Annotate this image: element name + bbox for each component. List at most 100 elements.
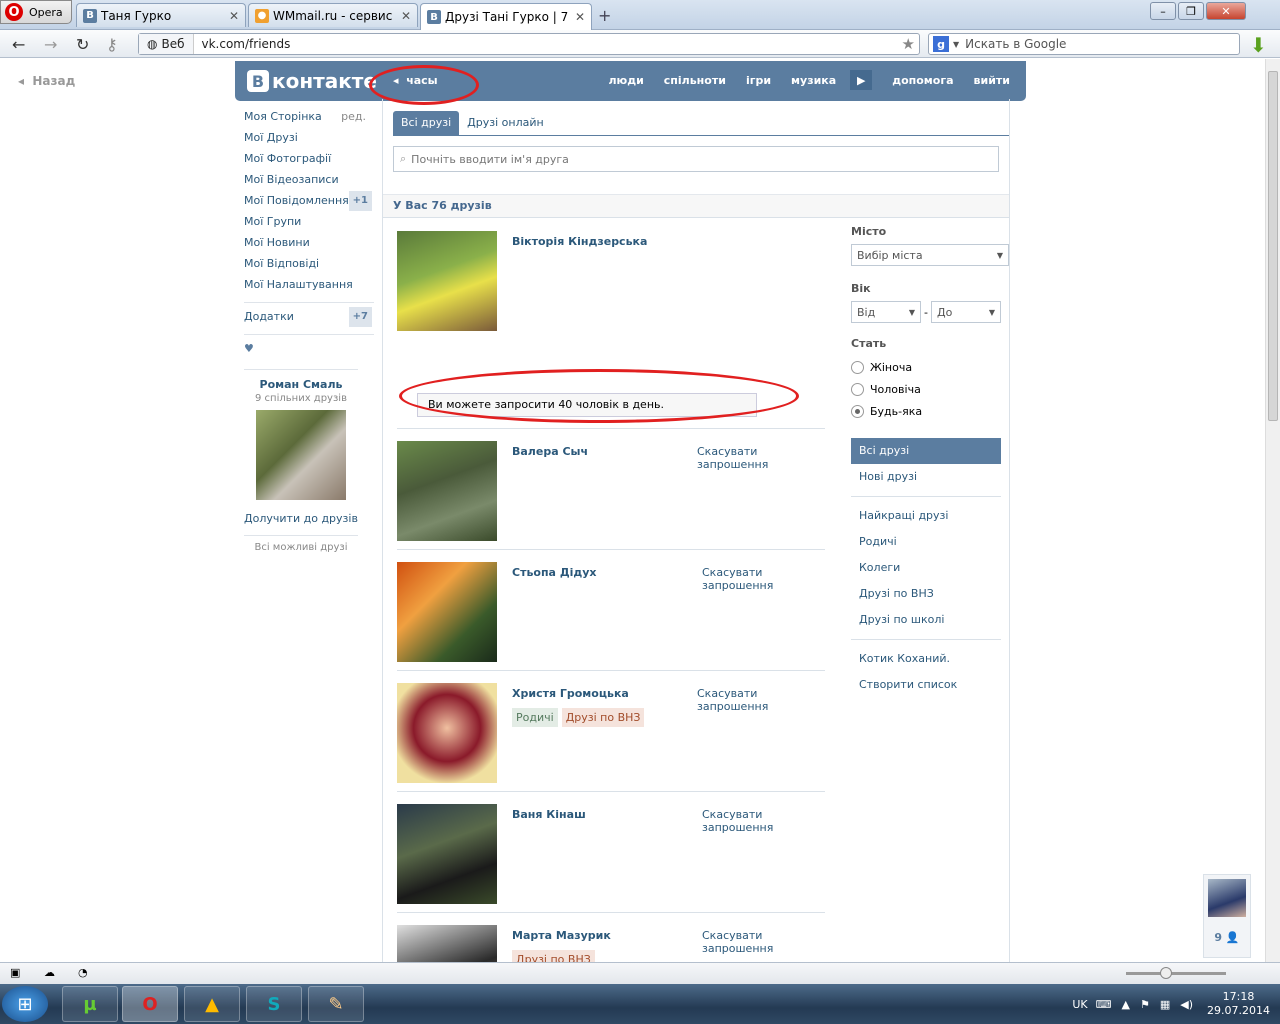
sidebar-item-news[interactable]: Мої Новини	[244, 235, 374, 256]
url-field[interactable]: ◍ Веб vk.com/friends ★	[138, 33, 920, 55]
download-icon[interactable]: ⬇	[1250, 33, 1272, 57]
new-tab-icon[interactable]: +	[598, 6, 611, 25]
list-university[interactable]: Друзі по ВНЗ	[851, 581, 1001, 607]
heart-icon[interactable]: ♥	[244, 341, 374, 362]
list-all-friends[interactable]: Всі друзі	[851, 438, 1001, 464]
reload-icon[interactable]: ↻	[76, 35, 89, 54]
flag-icon[interactable]: ⚑	[1140, 998, 1150, 1011]
vertical-scrollbar[interactable]	[1265, 59, 1280, 962]
close-tab-icon[interactable]: ✕	[401, 9, 411, 23]
age-from-select[interactable]: Від ▼	[851, 301, 921, 323]
sidebar-item-friends[interactable]: Мої Друзі	[244, 130, 374, 151]
close-window-icon[interactable]: ✕	[1206, 2, 1246, 20]
play-arrow-icon[interactable]: ▶	[850, 70, 873, 90]
friend-search-input[interactable]: ⌕ Почніть вводити ім'я друга	[393, 146, 999, 172]
keyboard-icon[interactable]: ⌨	[1096, 998, 1112, 1011]
friend-photo[interactable]	[397, 925, 497, 962]
gender-female-radio[interactable]: Жіноча	[851, 356, 1009, 378]
utorrent-icon[interactable]: µ	[62, 986, 118, 1022]
search-engine-dropdown-icon[interactable]: ▼	[953, 40, 959, 49]
cloud-icon[interactable]: ☁	[44, 966, 55, 979]
vk-logo[interactable]: Вконтакте	[247, 69, 377, 93]
browser-tab-3-active[interactable]: В Друзі Тані Гурко | 76 д... ✕	[420, 3, 592, 30]
edit-link[interactable]: ред.	[341, 109, 366, 125]
friend-photo[interactable]	[397, 683, 497, 783]
age-to-select[interactable]: До ▼	[930, 301, 1001, 323]
nav-logout[interactable]: вийти	[974, 74, 1010, 90]
aimp-icon[interactable]: ▲	[184, 986, 240, 1022]
language-indicator[interactable]: UK	[1072, 998, 1087, 1011]
tag-relatives[interactable]: Родичі	[512, 708, 558, 727]
tag-university[interactable]: Друзі по ВНЗ	[512, 950, 595, 962]
cancel-invite-link[interactable]: Скасувати запрошення	[697, 445, 827, 471]
create-list-link[interactable]: Створити список	[851, 672, 1001, 698]
sidebar-item-messages[interactable]: Мої Повідомлення +1	[244, 191, 374, 214]
browser-tab-1[interactable]: В Таня Гурко ✕	[76, 3, 246, 27]
cancel-invite-link[interactable]: Скасувати запрошення	[702, 566, 782, 592]
back-arrow-icon[interactable]: ←	[12, 35, 25, 54]
chat-avatar[interactable]	[1208, 879, 1246, 917]
list-new-friends[interactable]: Нові друзі	[851, 464, 1001, 490]
nav-communities[interactable]: спільноти	[664, 74, 726, 90]
friend-name[interactable]: Вікторія Кіндзерська	[512, 235, 647, 248]
gender-any-radio[interactable]: Будь-яка	[851, 400, 1009, 422]
friend-name[interactable]: Валера Сыч	[512, 445, 588, 458]
zoom-slider[interactable]	[1126, 972, 1226, 975]
opera-menu-button[interactable]: O Opera	[0, 0, 72, 24]
list-relatives[interactable]: Родичі	[851, 529, 1001, 555]
skype-icon[interactable]: S	[246, 986, 302, 1022]
list-colleagues[interactable]: Колеги	[851, 555, 1001, 581]
list-school[interactable]: Друзі по школі	[851, 607, 1001, 633]
friend-name[interactable]: Христя Громоцька	[512, 687, 629, 700]
chat-widget[interactable]: 9 👤	[1203, 874, 1251, 958]
city-select[interactable]: Вибір міста ▼	[851, 244, 1009, 266]
clock[interactable]: 17:18 29.07.2014	[1207, 990, 1270, 1018]
back-link[interactable]: ◂ Назад	[18, 74, 75, 88]
google-search-field[interactable]: g ▼ Искать в Google	[928, 33, 1240, 55]
suggested-avatar[interactable]	[256, 410, 346, 500]
browser-tab-2[interactable]: ● WMmail.ru - сервис п... ✕	[248, 3, 418, 27]
friend-photo[interactable]	[397, 804, 497, 904]
network-icon[interactable]: ▦	[1160, 998, 1170, 1011]
add-friend-link[interactable]: Долучити до друзів	[244, 512, 358, 525]
friend-photo[interactable]	[397, 231, 497, 331]
sidebar-item-answers[interactable]: Мої Відповіді	[244, 256, 374, 277]
cancel-invite-link[interactable]: Скасувати запрошення	[702, 808, 782, 834]
friend-photo[interactable]	[397, 562, 497, 662]
list-custom[interactable]: Котик Коханий.	[851, 646, 1001, 672]
nav-games[interactable]: ігри	[746, 74, 771, 90]
suggested-name[interactable]: Роман Смаль	[244, 378, 358, 391]
friend-photo[interactable]	[397, 441, 497, 541]
speed-icon[interactable]: ◔	[78, 966, 88, 979]
tab-online-friends[interactable]: Друзі онлайн	[459, 111, 552, 135]
sidebar-item-videos[interactable]: Мої Відеозаписи	[244, 172, 374, 193]
scrollbar-thumb[interactable]	[1268, 71, 1278, 421]
show-hidden-icons[interactable]: ▲	[1122, 998, 1130, 1011]
gender-male-radio[interactable]: Чоловіча	[851, 378, 1009, 400]
sidebar-item-settings[interactable]: Мої Налаштування	[244, 277, 374, 298]
start-button-icon[interactable]: ⊞	[2, 986, 48, 1022]
list-best-friends[interactable]: Найкращі друзі	[851, 503, 1001, 529]
bookmark-star-icon[interactable]: ★	[902, 35, 915, 53]
sidebar-item-my-page[interactable]: Моя Сторінка ред.	[244, 109, 374, 130]
all-possible-friends-link[interactable]: Всі можливі друзі	[244, 542, 358, 553]
nav-people[interactable]: люди	[608, 74, 643, 90]
sidebar-item-apps[interactable]: Додатки +7	[244, 307, 374, 330]
volume-icon[interactable]: ◀)	[1180, 998, 1193, 1011]
paint-icon[interactable]: ✎	[308, 986, 364, 1022]
tab-all-friends[interactable]: Всі друзі	[393, 111, 460, 135]
friend-name[interactable]: Марта Мазурик	[512, 929, 611, 942]
key-icon[interactable]: ⚷	[106, 35, 118, 54]
tag-university[interactable]: Друзі по ВНЗ	[561, 708, 645, 727]
sidebar-item-photos[interactable]: Мої Фотографії	[244, 151, 374, 172]
panel-toggle-icon[interactable]: ▣	[10, 966, 20, 979]
restore-icon[interactable]: ❐	[1178, 2, 1204, 20]
close-tab-icon[interactable]: ✕	[575, 10, 585, 24]
cancel-invite-link[interactable]: Скасувати запрошення	[702, 929, 782, 955]
zoom-slider-handle[interactable]	[1160, 967, 1172, 979]
minimize-icon[interactable]: –	[1150, 2, 1176, 20]
cancel-invite-link[interactable]: Скасувати запрошення	[697, 687, 827, 713]
url-text[interactable]: vk.com/friends	[194, 37, 291, 51]
friend-name[interactable]: Ваня Кінаш	[512, 808, 586, 821]
friend-name[interactable]: Стьопа Дідух	[512, 566, 597, 579]
